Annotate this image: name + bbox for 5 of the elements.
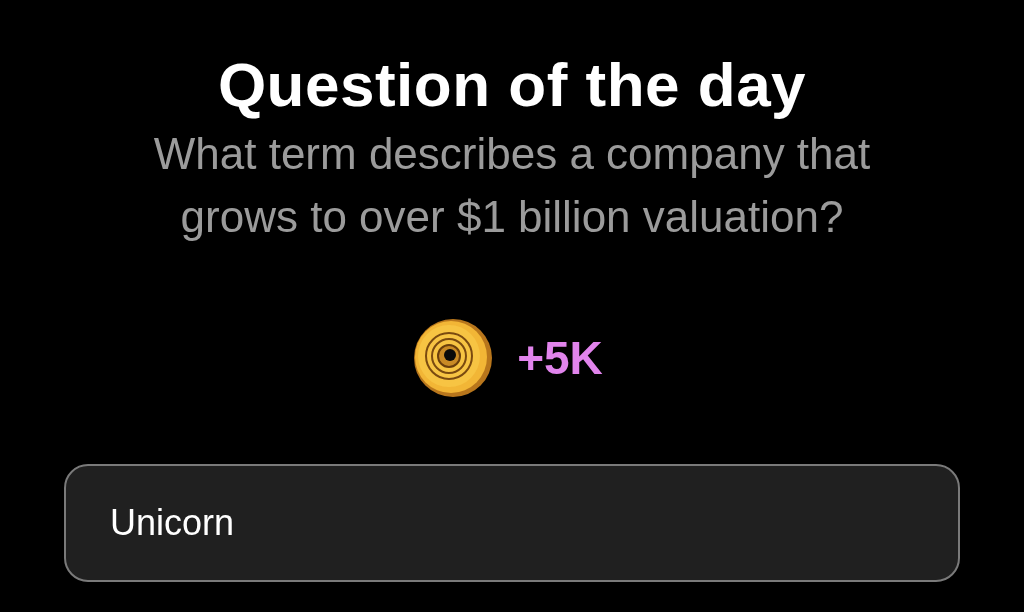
- question-text: What term describes a company that grows to over $1 billion valuation?: [152, 128, 872, 243]
- reward-amount: +5K: [517, 331, 603, 385]
- answer-field[interactable]: Unicorn: [64, 464, 960, 582]
- coin-icon: [413, 318, 494, 398]
- page-title: Question of the day: [217, 52, 807, 118]
